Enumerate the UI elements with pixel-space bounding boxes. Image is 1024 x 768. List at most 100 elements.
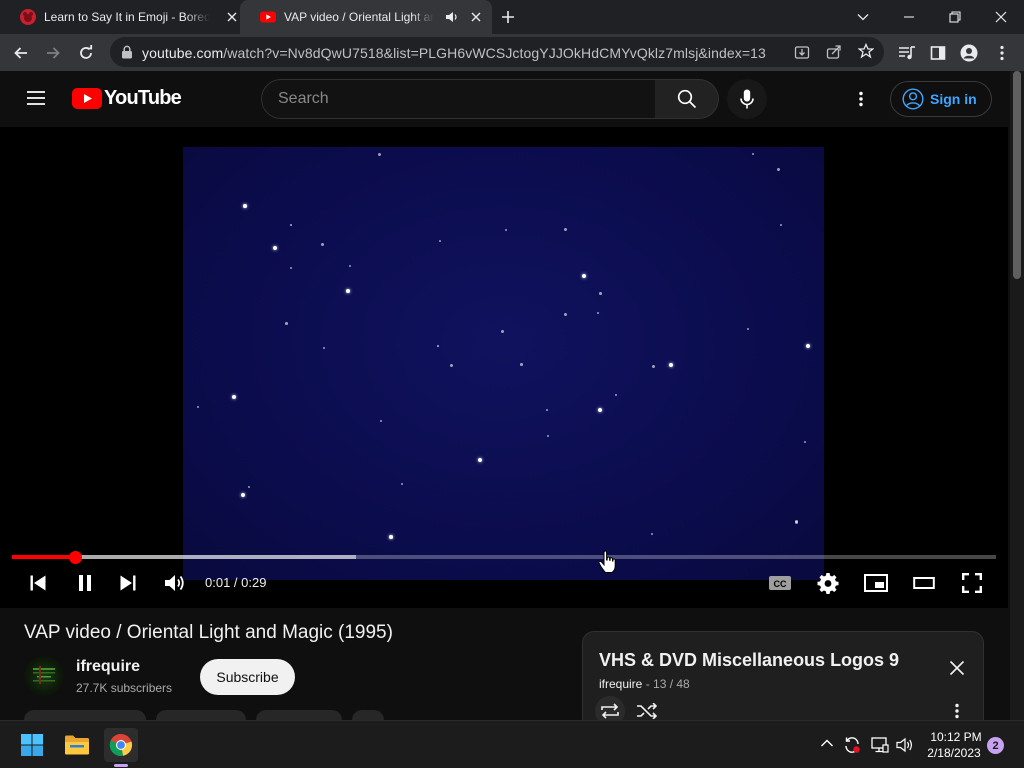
video-star: [564, 313, 567, 316]
video-star: [752, 153, 754, 155]
more-vertical-icon: [955, 703, 959, 719]
search-icon: [677, 89, 697, 109]
browser-tab-bored-panda[interactable]: Learn to Say It in Emoji - Bored B: [0, 0, 248, 34]
install-app-icon[interactable]: [794, 44, 810, 60]
search-box[interactable]: [261, 79, 656, 119]
settings-button[interactable]: [815, 570, 841, 596]
progress-bar[interactable]: [12, 550, 996, 564]
chevron-up-icon[interactable]: [820, 738, 834, 748]
minimize-icon[interactable]: [886, 0, 932, 34]
channel-name[interactable]: ifrequire: [76, 658, 140, 676]
youtube-logo[interactable]: YouTube: [72, 87, 182, 110]
close-icon[interactable]: [468, 9, 484, 25]
file-explorer-icon[interactable]: [61, 729, 93, 761]
video-star: [597, 312, 599, 314]
sync-icon[interactable]: [843, 736, 861, 754]
video-title: VAP video / Oriental Light and Magic (19…: [24, 622, 393, 643]
clock-time[interactable]: 10:12 PM: [928, 730, 984, 744]
video-star: [501, 330, 504, 333]
share-icon[interactable]: [826, 44, 842, 60]
profile-icon[interactable]: [956, 40, 982, 66]
video-star: [380, 420, 382, 422]
video-star: [323, 347, 325, 349]
video-star: [795, 521, 798, 524]
tab-title: Learn to Say It in Emoji - Bored B: [44, 10, 210, 24]
bookmark-star-icon[interactable]: [858, 43, 874, 59]
subscriber-count: 27.7K subscribers: [76, 681, 173, 695]
address-bar[interactable]: youtube.com/watch?v=Nv8dQwU7518&list=PLG…: [110, 37, 884, 67]
browser-menu-icon[interactable]: [989, 40, 1015, 66]
notification-badge[interactable]: 2: [987, 737, 1004, 754]
video-player[interactable]: 0:01 / 0:29 CC: [0, 127, 1008, 608]
reload-icon[interactable]: [73, 40, 99, 66]
video-star: [285, 322, 288, 325]
settings-menu-icon[interactable]: [859, 91, 863, 107]
video-star: [599, 292, 602, 295]
repeat-icon: [599, 703, 621, 719]
youtube-logo-text: YouTube: [104, 87, 182, 109]
forward-icon[interactable]: [40, 40, 66, 66]
url-host: youtube.com: [142, 45, 224, 61]
previous-button[interactable]: [25, 570, 51, 596]
microphone-icon: [740, 89, 754, 109]
lock-icon[interactable]: [121, 45, 133, 59]
theater-mode-button[interactable]: [911, 570, 937, 596]
playlist-title[interactable]: VHS & DVD Miscellaneous Logos 9: [599, 650, 899, 671]
side-panel-icon[interactable]: [925, 40, 951, 66]
video-star: [546, 409, 548, 411]
network-icon[interactable]: [871, 736, 889, 754]
subtitles-button[interactable]: CC: [767, 570, 793, 596]
browser-tab-youtube[interactable]: VAP video / Oriental Light and Magic: [240, 0, 492, 34]
mute-button[interactable]: [162, 570, 188, 596]
bored-panda-icon: [20, 9, 36, 25]
back-icon[interactable]: [8, 40, 34, 66]
playlist-panel: VHS & DVD Miscellaneous Logos 9 ifrequir…: [582, 631, 984, 731]
video-star: [273, 246, 277, 250]
url-text[interactable]: youtube.com/watch?v=Nv8dQwU7518&list=PLG…: [142, 45, 766, 61]
video-frame[interactable]: [183, 147, 824, 580]
media-control-icon[interactable]: [894, 40, 920, 66]
tab-title: VAP video / Oriental Light and Magic: [284, 10, 434, 24]
playlist-position: - 13 / 48: [642, 677, 690, 691]
restore-icon[interactable]: [932, 0, 978, 34]
active-app-indicator: [114, 764, 128, 767]
hamburger-menu-icon[interactable]: [26, 90, 46, 106]
windows-start-icon[interactable]: [16, 729, 48, 761]
skip-next-icon: [119, 574, 137, 592]
search-input[interactable]: [278, 80, 638, 118]
video-star: [232, 395, 236, 399]
url-path: /watch?v=Nv8dQwU7518&list=PLGH6vWCSJctog…: [223, 45, 766, 61]
close-icon[interactable]: [224, 9, 240, 25]
chrome-taskbar-icon[interactable]: [104, 728, 138, 762]
scrollbar-thumb[interactable]: [1013, 71, 1021, 279]
next-button[interactable]: [115, 570, 141, 596]
video-star: [651, 533, 653, 535]
video-star: [806, 344, 810, 348]
channel-avatar[interactable]: [24, 656, 64, 696]
video-star: [243, 204, 247, 208]
video-star: [615, 394, 617, 396]
page-scrollbar[interactable]: [1010, 71, 1024, 720]
close-window-icon[interactable]: [978, 0, 1024, 34]
subscribe-button[interactable]: Subscribe: [200, 659, 295, 695]
close-icon: [949, 660, 965, 676]
skip-previous-icon: [29, 574, 47, 592]
voice-search-button[interactable]: [727, 79, 767, 119]
playlist-owner[interactable]: ifrequire: [599, 677, 642, 691]
svg-text:CC: CC: [774, 579, 787, 589]
volume-tray-icon[interactable]: [896, 736, 914, 754]
sign-in-button[interactable]: Sign in: [890, 81, 992, 117]
search-button[interactable]: [655, 79, 719, 119]
tab-search-icon[interactable]: [840, 0, 886, 34]
playlist-meta: ifrequire - 13 / 48: [599, 677, 690, 691]
new-tab-icon[interactable]: [500, 9, 516, 25]
speaker-icon[interactable]: [445, 10, 459, 24]
video-star: [652, 365, 655, 368]
fullscreen-button[interactable]: [959, 570, 985, 596]
miniplayer-button[interactable]: [863, 570, 889, 596]
pause-button[interactable]: [72, 570, 98, 596]
clock-date[interactable]: 2/18/2023: [924, 746, 984, 760]
close-playlist-button[interactable]: [943, 654, 971, 682]
video-star: [478, 458, 482, 462]
progress-scrubber[interactable]: [69, 550, 83, 564]
